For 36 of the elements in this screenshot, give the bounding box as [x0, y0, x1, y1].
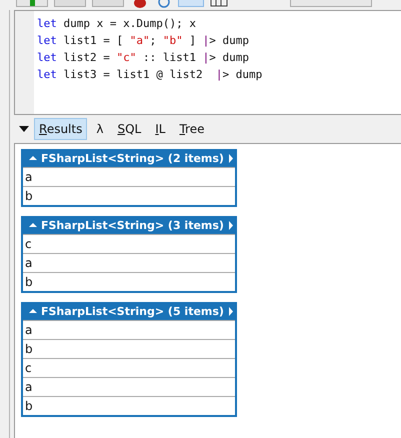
table-cell: a — [23, 377, 235, 396]
table-cell: b — [23, 339, 235, 358]
code-line: let dump x = x.Dump(); x — [37, 16, 197, 32]
table-cell: b — [23, 186, 235, 205]
collapse-icon[interactable] — [18, 125, 30, 133]
run-button[interactable] — [16, 0, 48, 7]
table-title: FSharpList<String> (5 items) — [41, 304, 224, 318]
table-title: FSharpList<String> (2 items) — [41, 152, 224, 164]
code-editor[interactable]: let dump x = x.Dump(); x let list1 = [ "a"; "b" ] |> dump let list2 = "c" :: list1 |> dump let list3 = list1 @ list2 |> dump — [14, 10, 401, 115]
table-cell: b — [23, 396, 235, 415]
expand-arrow-icon[interactable] — [228, 220, 234, 230]
output-tab[interactable]: SQL — [112, 118, 146, 140]
table-header[interactable]: FSharpList<String> (5 items) — [23, 302, 235, 320]
collapse-arrow-icon[interactable] — [29, 222, 37, 228]
output-tab[interactable]: Tree — [174, 118, 210, 140]
table-header[interactable]: FSharpList<String> (3 items) — [23, 216, 235, 234]
code-line: let list2 = "c" :: list1 |> dump — [37, 50, 250, 66]
table-title: FSharpList<String> (3 items) — [41, 218, 224, 232]
collapse-arrow-icon[interactable] — [29, 155, 37, 161]
table-header[interactable]: FSharpList<String> (2 items) — [23, 149, 235, 167]
table-cell: c — [23, 234, 235, 253]
play-icon — [27, 0, 37, 6]
code-line: let list1 = [ "a"; "b" ] |> dump — [37, 33, 250, 49]
output-tab[interactable]: Results — [34, 118, 88, 140]
output-tab[interactable]: IL — [150, 118, 170, 140]
code-line: let list3 = list1 @ list2 |> dump — [37, 67, 262, 83]
table-cell: b — [23, 272, 235, 291]
table-cell: a — [23, 253, 235, 272]
collapse-arrow-icon[interactable] — [29, 308, 37, 314]
output-tab[interactable]: λ — [91, 118, 108, 140]
expand-arrow-icon[interactable] — [228, 154, 234, 162]
table-cell: a — [23, 167, 235, 186]
table-cell: a — [23, 320, 235, 339]
table-cell: c — [23, 358, 235, 377]
grid-view-icon[interactable] — [210, 0, 228, 8]
expand-arrow-icon[interactable] — [228, 306, 234, 316]
